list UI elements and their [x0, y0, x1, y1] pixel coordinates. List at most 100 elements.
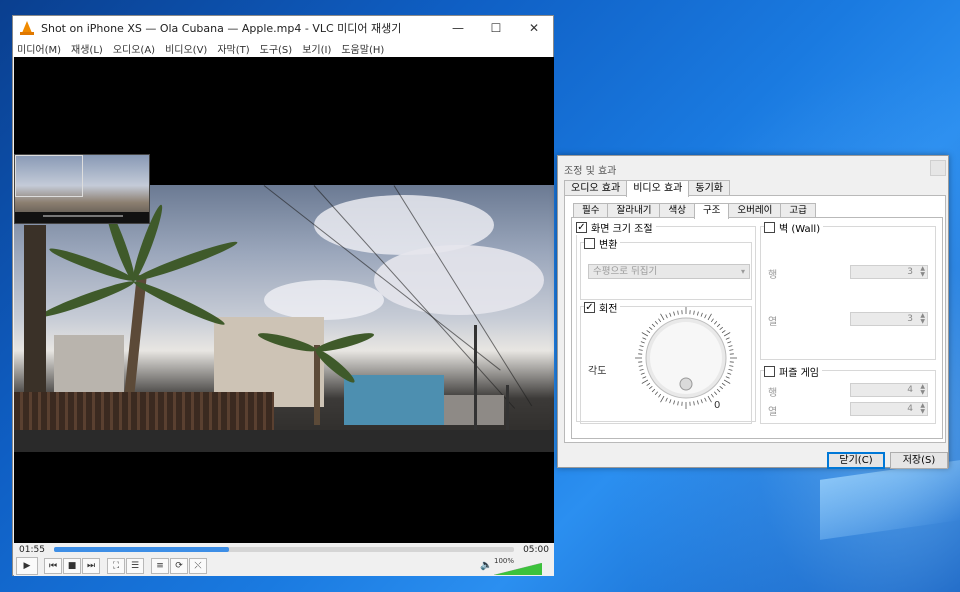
- wall-check-icon: [764, 222, 775, 233]
- menu-help[interactable]: 도움말(H): [341, 41, 384, 56]
- puzzle-rows-label: 행: [768, 388, 778, 399]
- next-button[interactable]: ⏭: [82, 558, 100, 574]
- transform-select[interactable]: 수평으로 뒤집기 ▾: [588, 264, 750, 279]
- picture-in-picture-preview: [14, 154, 150, 224]
- puzzle-cols-label: 열: [768, 407, 778, 418]
- spin-arrows-icon: ▲ ▼: [920, 383, 925, 396]
- scale-label: 화면 크기 조절: [591, 224, 653, 235]
- angle-value: 0: [714, 400, 721, 411]
- subtab-crop[interactable]: 잘라내기: [607, 203, 661, 218]
- geometry-panel: ✓ 화면 크기 조절 변환 수평으로 뒤집기 ▾ ✓ 회전 각도 0 벽 (Wa…: [571, 217, 943, 439]
- speaker-icon[interactable]: 🔈: [480, 560, 492, 571]
- fullscreen-button[interactable]: ⛶: [107, 558, 125, 574]
- rotate-label: 회전: [599, 304, 618, 315]
- video-frame: [14, 185, 554, 452]
- close-dialog-button[interactable]: 닫기(C): [827, 452, 885, 469]
- volume-slider[interactable]: [494, 563, 542, 575]
- dialog-close-button[interactable]: [930, 160, 946, 176]
- wall-rows-value: 3: [907, 267, 913, 277]
- subtab-overlay[interactable]: 오버레이: [728, 203, 782, 218]
- close-button[interactable]: ✕: [515, 16, 553, 40]
- puzzle-cols-value: 4: [907, 404, 913, 414]
- skip-forward-icon: ⏭: [86, 561, 96, 571]
- transform-checkbox[interactable]: 변환: [584, 236, 621, 251]
- adjustments-effects-dialog: 조정 및 효과 오디오 효과 비디오 효과 동기화 필수 잘라내기 색상 구조 …: [557, 155, 949, 469]
- play-icon: ▶: [23, 561, 31, 571]
- subtab-essential[interactable]: 필수: [573, 203, 609, 218]
- wall-group: [760, 226, 936, 360]
- skip-back-icon: ⏮: [48, 561, 58, 571]
- tab-video-effects[interactable]: 비디오 효과: [626, 180, 690, 197]
- spin-arrows-icon: ▲ ▼: [920, 265, 925, 278]
- puzzle-checkbox[interactable]: 퍼즐 게임: [764, 364, 822, 379]
- puzzle-cols-spinbox[interactable]: 4 ▲ ▼: [850, 402, 928, 416]
- stop-icon: ■: [67, 561, 77, 571]
- subtab-geometry[interactable]: 구조: [693, 203, 730, 219]
- transform-select-value: 수평으로 뒤집기: [593, 266, 658, 277]
- rotation-dial[interactable]: [634, 306, 738, 410]
- spin-arrows-icon: ▲ ▼: [920, 312, 925, 325]
- vlc-cone-icon: [19, 20, 35, 36]
- subtab-colors[interactable]: 색상: [659, 203, 695, 218]
- seek-bar[interactable]: [54, 547, 514, 552]
- vlc-titlebar[interactable]: Shot on iPhone XS — Ola Cubana — Apple.m…: [13, 16, 553, 40]
- playback-controls: 01:55 05:00 ▶ ⏮ ■ ⏭ ⛶ ☰ ≡ ⟳ ⤬ 🔈 100%: [14, 543, 554, 576]
- previous-button[interactable]: ⏮: [44, 558, 62, 574]
- tab-audio-effects[interactable]: 오디오 효과: [564, 180, 628, 196]
- puzzle-label: 퍼즐 게임: [779, 368, 819, 379]
- video-effects-panel: 필수 잘라내기 색상 구조 오버레이 고급 ✓ 화면 크기 조절 변환 수평으로…: [564, 195, 946, 443]
- tab-synchronization[interactable]: 동기화: [688, 180, 730, 196]
- loop-button[interactable]: ⟳: [170, 558, 188, 574]
- transform-check-icon: [584, 238, 595, 249]
- menu-view[interactable]: 보기(I): [302, 41, 331, 56]
- spin-arrows-icon: ▲ ▼: [920, 402, 925, 415]
- menu-media[interactable]: 미디어(M): [17, 41, 61, 56]
- crop-selection-box[interactable]: [15, 155, 83, 197]
- seek-bar-progress: [54, 547, 229, 552]
- rotate-checkbox[interactable]: ✓ 회전: [584, 300, 621, 315]
- effects-tab-bar: 오디오 효과 비디오 효과 동기화: [564, 180, 730, 197]
- minimize-button[interactable]: —: [439, 16, 477, 40]
- shuffle-button[interactable]: ⤬: [189, 558, 207, 574]
- subtab-advanced[interactable]: 고급: [780, 203, 816, 218]
- menu-bar: 미디어(M) 재생(L) 오디오(A) 비디오(V) 자막(T) 도구(S) 보…: [13, 40, 553, 57]
- wall-checkbox[interactable]: 벽 (Wall): [764, 220, 824, 235]
- play-button[interactable]: ▶: [16, 557, 38, 575]
- fullscreen-icon: ⛶: [112, 561, 120, 571]
- wall-rows-spinbox[interactable]: 3 ▲ ▼: [850, 265, 928, 279]
- chevron-down-icon: ▾: [740, 267, 745, 276]
- loop-icon: ⟳: [175, 561, 183, 571]
- puzzle-check-icon: [764, 366, 775, 377]
- rotate-check-icon: ✓: [584, 302, 595, 313]
- wall-cols-value: 3: [907, 314, 913, 324]
- total-time: 05:00: [523, 545, 549, 555]
- wall-cols-label: 열: [768, 317, 778, 328]
- wall-cols-spinbox[interactable]: 3 ▲ ▼: [850, 312, 928, 326]
- vlc-window: Shot on iPhone XS — Ola Cubana — Apple.m…: [12, 15, 554, 576]
- menu-subtitle[interactable]: 자막(T): [217, 41, 249, 56]
- puzzle-rows-value: 4: [907, 385, 913, 395]
- transform-label: 변환: [599, 240, 618, 251]
- wall-rows-label: 행: [768, 270, 778, 281]
- scale-check-icon: ✓: [576, 222, 587, 233]
- puzzle-rows-spinbox[interactable]: 4 ▲ ▼: [850, 383, 928, 397]
- menu-audio[interactable]: 오디오(A): [113, 41, 155, 56]
- dialog-title: 조정 및 효과: [564, 166, 617, 177]
- elapsed-time: 01:55: [19, 545, 45, 555]
- playlist-button[interactable]: ≡: [151, 558, 169, 574]
- save-button[interactable]: 저장(S): [890, 452, 948, 469]
- scale-checkbox[interactable]: ✓ 화면 크기 조절: [576, 220, 656, 235]
- menu-tools[interactable]: 도구(S): [260, 41, 293, 56]
- window-title: Shot on iPhone XS — Ola Cubana — Apple.m…: [41, 22, 402, 35]
- stop-button[interactable]: ■: [63, 558, 81, 574]
- video-subtab-bar: 필수 잘라내기 색상 구조 오버레이 고급: [573, 203, 816, 219]
- menu-playback[interactable]: 재생(L): [71, 41, 103, 56]
- wall-label: 벽 (Wall): [779, 224, 821, 235]
- shuffle-icon: ⤬: [194, 561, 202, 571]
- extended-settings-button[interactable]: ☰: [126, 558, 144, 574]
- video-area[interactable]: [14, 57, 554, 543]
- playlist-icon: ≡: [156, 561, 164, 571]
- maximize-button[interactable]: ☐: [477, 16, 515, 40]
- menu-video[interactable]: 비디오(V): [165, 41, 207, 56]
- equalizer-icon: ☰: [130, 561, 140, 571]
